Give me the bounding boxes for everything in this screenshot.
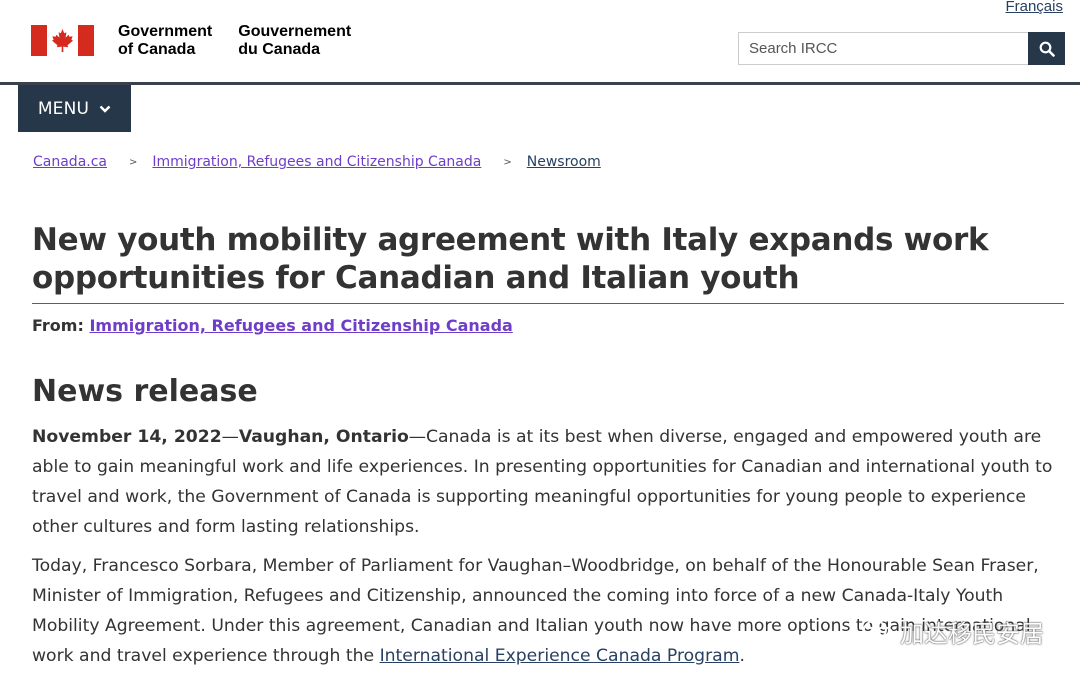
- dateline-place: Vaughan, Ontario: [238, 427, 409, 447]
- breadcrumb-link-ircc[interactable]: Immigration, Refugees and Citizenship Ca…: [152, 154, 481, 170]
- watermark-text: 加达移民安居: [900, 620, 1044, 648]
- language-toggle-link[interactable]: Français: [1005, 0, 1063, 15]
- canada-flag-icon: [31, 25, 94, 56]
- from-department-link[interactable]: Immigration, Refugees and Citizenship Ca…: [89, 316, 512, 335]
- breadcrumb-separator: >: [503, 156, 512, 168]
- breadcrumb-link-canada[interactable]: Canada.ca: [33, 154, 107, 170]
- iec-program-link[interactable]: International Experience Canada Program: [380, 646, 740, 666]
- wordmark-french: Gouvernement du Canada: [238, 23, 351, 59]
- wordmark-en-line1: Government: [118, 23, 213, 40]
- search-form: [738, 32, 1065, 65]
- watermark: 加达移民安居: [862, 614, 1044, 649]
- section-heading: News release: [32, 374, 258, 409]
- wordmark-fr-line2: du Canada: [238, 41, 321, 58]
- government-wordmark: Government of Canada Gouvernement du Can…: [118, 23, 377, 59]
- gov-of-canada-signature[interactable]: Government of Canada Gouvernement du Can…: [31, 23, 377, 59]
- dateline-date: November 14, 2022: [32, 427, 222, 447]
- wordmark-english: Government of Canada: [118, 23, 212, 59]
- menu-label: MENU: [37, 98, 90, 119]
- page-title: New youth mobility agreement with Italy …: [32, 222, 989, 296]
- paragraph-intro: November 14, 2022—Vaughan, Ontario—Canad…: [32, 427, 1053, 537]
- main-menu-button[interactable]: MENU: [18, 85, 131, 132]
- magnifier-icon: [1039, 41, 1055, 57]
- search-button[interactable]: [1028, 32, 1065, 65]
- breadcrumb-separator: >: [129, 156, 138, 168]
- from-line: From: Immigration, Refugees and Citizens…: [32, 316, 513, 335]
- breadcrumb: Canada.ca > Immigration, Refugees and Ci…: [33, 154, 601, 170]
- title-underline: [32, 303, 1064, 304]
- wordmark-en-line2: of Canada: [118, 41, 196, 58]
- breadcrumb-link-newsroom[interactable]: Newsroom: [527, 154, 601, 170]
- header-divider: [0, 82, 1080, 85]
- paragraph-announcement: Today, Francesco Sorbara, Member of Parl…: [32, 551, 1072, 671]
- chevron-down-icon: [99, 105, 111, 113]
- search-input[interactable]: [738, 32, 1028, 65]
- wordmark-fr-line1: Gouvernement: [238, 23, 352, 40]
- paragraph-announcement-end: .: [739, 646, 745, 666]
- wechat-icon: [863, 619, 894, 643]
- from-label: From:: [32, 316, 84, 335]
